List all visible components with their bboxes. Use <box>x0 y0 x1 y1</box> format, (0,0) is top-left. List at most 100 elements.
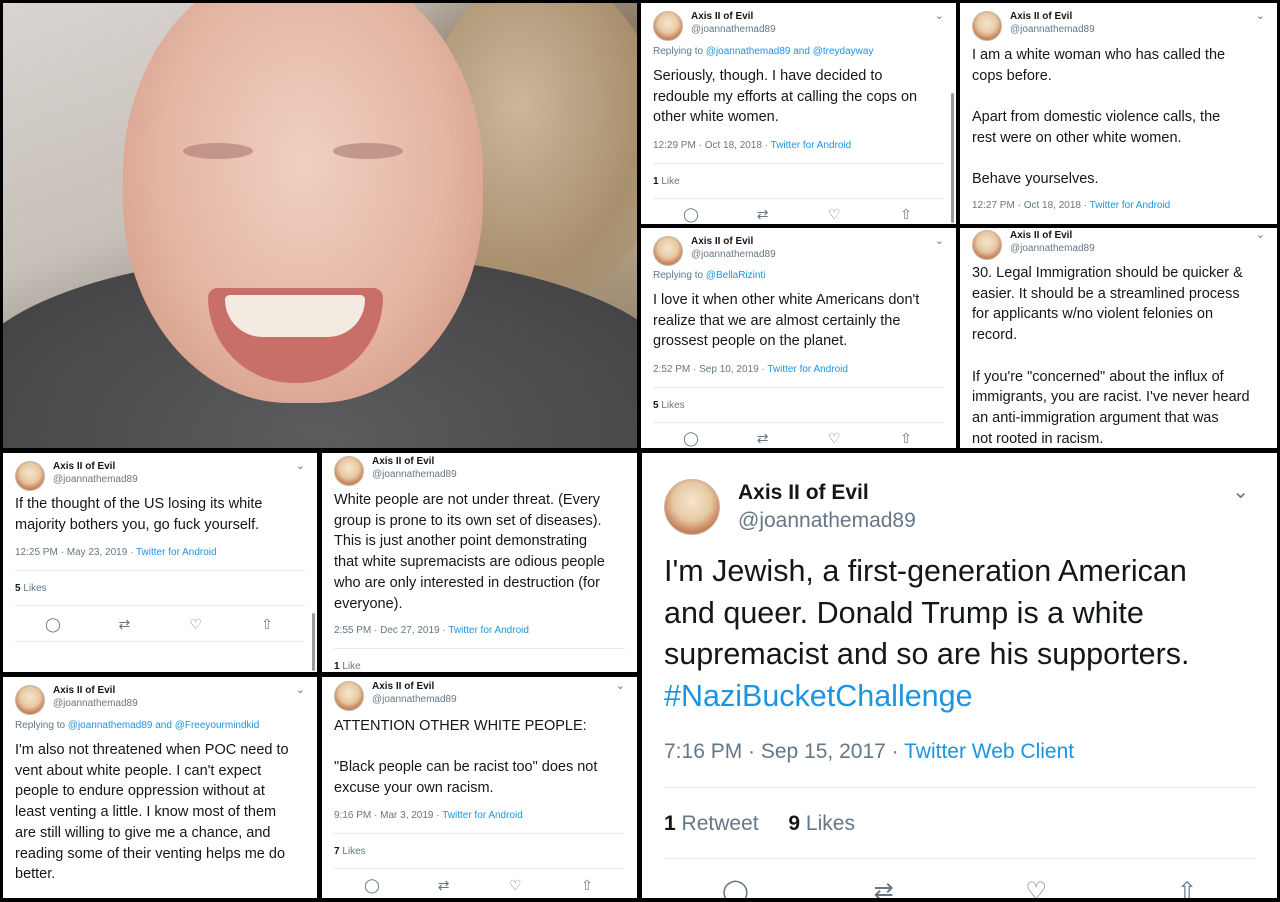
source-link[interactable]: Twitter for Android <box>136 547 217 558</box>
tweet-card-poc-venting[interactable]: Axis II of Evil @joannathemad89 ⌄ Replyi… <box>3 677 317 898</box>
source-link[interactable]: Twitter for Android <box>771 140 852 151</box>
heart-icon[interactable]: ♡ <box>186 616 206 633</box>
tweet-text: ATTENTION OTHER WHITE PEOPLE: "Black peo… <box>334 716 625 799</box>
chevron-down-icon[interactable]: ⌄ <box>935 9 944 22</box>
tweet-card-featured[interactable]: Axis II of Evil @joannathemad89 ⌄ I'm Je… <box>642 453 1277 898</box>
reply-icon[interactable]: ◯ <box>362 877 382 894</box>
display-name[interactable]: Axis II of Evil <box>53 461 138 473</box>
source-link[interactable]: Twitter for Android <box>442 810 523 821</box>
action-bar: ◯ ⇄ ♡ ⇧ <box>681 206 916 223</box>
tweet-line: and queer. Donald Trump is a white <box>664 595 1144 630</box>
user-handle[interactable]: @joannathemad89 <box>53 697 138 710</box>
reply-to-link[interactable]: @joannathemad89 and @Freeyourmindkid <box>68 720 260 731</box>
user-handle[interactable]: @joannathemad89 <box>1010 242 1095 255</box>
retweet-icon[interactable]: ⇄ <box>753 430 773 447</box>
reply-icon[interactable]: ◯ <box>681 206 701 223</box>
hashtag-link[interactable]: #NaziBucketChallenge <box>664 676 1255 718</box>
display-name[interactable]: Axis II of Evil <box>691 11 776 23</box>
likes-count[interactable]: 1 Like <box>334 661 361 672</box>
chevron-down-icon[interactable]: ⌄ <box>1232 479 1249 504</box>
likes-count[interactable]: 5 Likes <box>15 583 47 594</box>
avatar[interactable] <box>15 685 45 715</box>
tweet-card-white-majority[interactable]: Axis II of Evil @joannathemad89 ⌄ If the… <box>3 453 317 672</box>
reply-context: Replying to @joannathemad89 and @Freeyou… <box>15 720 259 731</box>
likes-count[interactable]: 5 Likes <box>653 400 685 411</box>
tweet-line: other white women. <box>653 109 779 126</box>
avatar[interactable] <box>972 230 1002 260</box>
reply-icon[interactable]: ◯ <box>681 430 701 447</box>
display-name[interactable]: Axis II of Evil <box>53 685 138 697</box>
user-handle[interactable]: @joannathemad89 <box>372 693 457 706</box>
tweet-card-immigration[interactable]: Axis II of Evil @joannathemad89 ⌄ 30. Le… <box>960 228 1277 448</box>
likes-count[interactable]: 1 Like <box>653 176 680 187</box>
likes-count[interactable]: 9 Likes <box>788 812 855 835</box>
reply-icon[interactable]: ◯ <box>43 616 63 633</box>
retweet-icon[interactable]: ⇄ <box>874 877 894 898</box>
chevron-down-icon[interactable]: ⌄ <box>616 679 625 692</box>
timestamp[interactable]: 7:16 PM · Sep 15, 2017 · <box>664 740 904 763</box>
display-name[interactable]: Axis II of Evil <box>372 681 457 693</box>
avatar[interactable] <box>972 11 1002 41</box>
heart-icon[interactable]: ♡ <box>824 206 844 223</box>
tweet-line: realize that we are almost certainly the <box>653 312 901 329</box>
retweets-count[interactable]: 1 Retweet <box>664 812 759 835</box>
share-icon[interactable]: ⇧ <box>257 616 277 633</box>
heart-icon[interactable]: ♡ <box>1025 877 1047 898</box>
user-handle[interactable]: @joannathemad89 <box>691 23 776 36</box>
retweet-icon[interactable]: ⇄ <box>114 616 134 633</box>
user-handle[interactable]: @joannathemad89 <box>691 248 776 261</box>
timestamp[interactable]: 9:16 PM · Mar 3, 2019 · <box>334 810 442 821</box>
scrollbar[interactable] <box>951 93 954 223</box>
display-name[interactable]: Axis II of Evil <box>691 236 776 248</box>
timestamp[interactable]: 2:55 PM · Dec 27, 2019 · <box>334 625 448 636</box>
likes-count[interactable]: 7 Likes <box>334 846 366 857</box>
avatar[interactable] <box>15 461 45 491</box>
share-icon[interactable]: ⇧ <box>896 430 916 447</box>
retweet-icon[interactable]: ⇄ <box>753 206 773 223</box>
tweet-line: majority bothers you, go fuck yourself. <box>15 516 260 533</box>
heart-icon[interactable]: ♡ <box>505 877 525 894</box>
avatar[interactable] <box>653 11 683 41</box>
avatar[interactable] <box>334 456 364 486</box>
source-link[interactable]: Twitter for Android <box>1090 200 1171 211</box>
user-handle[interactable]: @joannathemad89 <box>738 507 916 535</box>
share-icon[interactable]: ⇧ <box>896 206 916 223</box>
display-name[interactable]: Axis II of Evil <box>1010 11 1095 23</box>
source-link[interactable]: Twitter for Android <box>767 364 848 375</box>
reply-icon[interactable]: ◯ <box>722 877 749 898</box>
tweet-header: Axis II of Evil @joannathemad89 <box>972 11 1095 41</box>
source-link[interactable]: Twitter for Android <box>448 625 529 636</box>
user-handle[interactable]: @joannathemad89 <box>372 468 457 481</box>
display-name[interactable]: Axis II of Evil <box>738 479 916 507</box>
share-icon[interactable]: ⇧ <box>1177 877 1197 898</box>
chevron-down-icon[interactable]: ⌄ <box>1256 228 1265 241</box>
tweet-card-attention[interactable]: Axis II of Evil @joannathemad89 ⌄ ATTENT… <box>322 677 637 898</box>
scrollbar[interactable] <box>312 613 315 671</box>
user-handle[interactable]: @joannathemad89 <box>53 473 138 486</box>
avatar[interactable] <box>664 479 720 535</box>
reply-to-link[interactable]: @joannathemad89 and @treydayway <box>706 46 874 57</box>
share-icon[interactable]: ⇧ <box>577 877 597 894</box>
timestamp[interactable]: 12:25 PM · May 23, 2019 · <box>15 547 136 558</box>
tweet-card-white-americans[interactable]: Axis II of Evil @joannathemad89 ⌄ Replyi… <box>641 228 956 448</box>
reply-to-link[interactable]: @BellaRizinti <box>706 270 766 281</box>
retweet-icon[interactable]: ⇄ <box>434 877 454 894</box>
display-name[interactable]: Axis II of Evil <box>372 456 457 468</box>
source-link[interactable]: Twitter Web Client <box>904 740 1074 763</box>
avatar[interactable] <box>653 236 683 266</box>
timestamp[interactable]: 12:29 PM · Oct 18, 2018 · <box>653 140 771 151</box>
tweet-card-calling-cops[interactable]: Axis II of Evil @joannathemad89 ⌄ Replyi… <box>641 3 956 224</box>
chevron-down-icon[interactable]: ⌄ <box>296 683 305 696</box>
heart-icon[interactable]: ♡ <box>824 430 844 447</box>
chevron-down-icon[interactable]: ⌄ <box>935 234 944 247</box>
display-name[interactable]: Axis II of Evil <box>1010 230 1095 242</box>
chevron-down-icon[interactable]: ⌄ <box>1256 9 1265 22</box>
avatar[interactable] <box>334 681 364 711</box>
tweet-card-not-under-threat[interactable]: Axis II of Evil @joannathemad89 White pe… <box>322 453 637 672</box>
chevron-down-icon[interactable]: ⌄ <box>296 459 305 472</box>
tweet-line <box>334 737 625 758</box>
timestamp[interactable]: 2:52 PM · Sep 10, 2019 · <box>653 364 767 375</box>
timestamp[interactable]: 12:27 PM · Oct 18, 2018 · <box>972 200 1090 211</box>
user-handle[interactable]: @joannathemad89 <box>1010 23 1095 36</box>
tweet-card-called-cops[interactable]: Axis II of Evil @joannathemad89 ⌄ I am a… <box>960 3 1277 224</box>
